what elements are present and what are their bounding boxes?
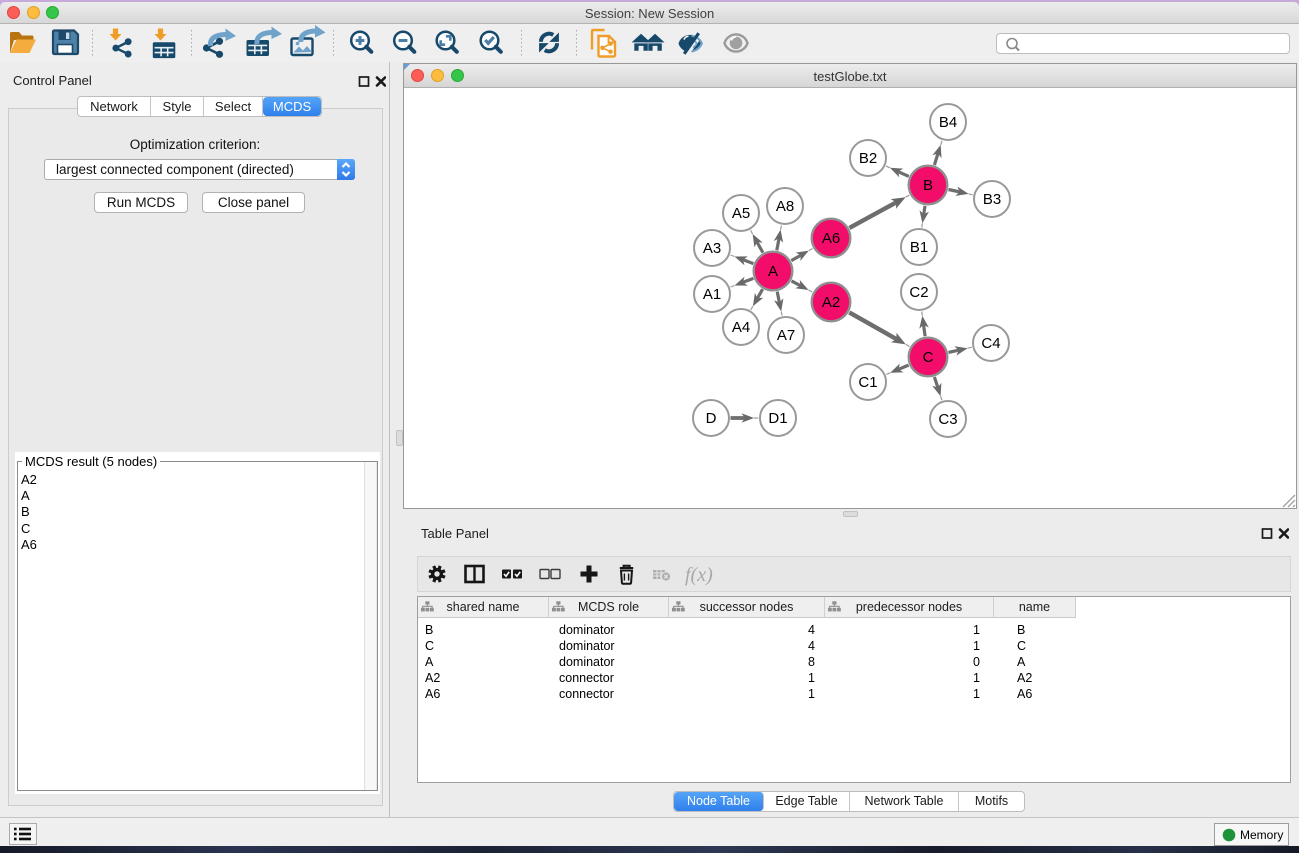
svg-text:B2: B2	[859, 150, 877, 167]
svg-text:A5: A5	[732, 205, 750, 222]
svg-text:f(x): f(x)	[685, 564, 713, 586]
svg-text:A2: A2	[822, 294, 840, 311]
svg-text:A7: A7	[777, 327, 795, 344]
svg-text:B4: B4	[939, 114, 957, 131]
svg-text:A4: A4	[732, 319, 750, 336]
svg-text:A3: A3	[703, 240, 721, 257]
svg-text:B1: B1	[910, 239, 928, 256]
svg-text:A1: A1	[703, 286, 721, 303]
svg-text:D: D	[706, 410, 717, 427]
svg-text:C: C	[923, 349, 934, 366]
svg-text:B3: B3	[983, 191, 1001, 208]
svg-text:C4: C4	[981, 335, 1000, 352]
svg-text:A6: A6	[822, 230, 840, 247]
svg-text:C3: C3	[938, 411, 957, 428]
svg-text:B: B	[923, 177, 933, 194]
svg-text:A8: A8	[776, 198, 794, 215]
svg-text:C1: C1	[858, 374, 877, 391]
svg-text:D1: D1	[768, 410, 787, 427]
svg-text:C2: C2	[909, 284, 928, 301]
svg-text:A: A	[768, 263, 778, 280]
